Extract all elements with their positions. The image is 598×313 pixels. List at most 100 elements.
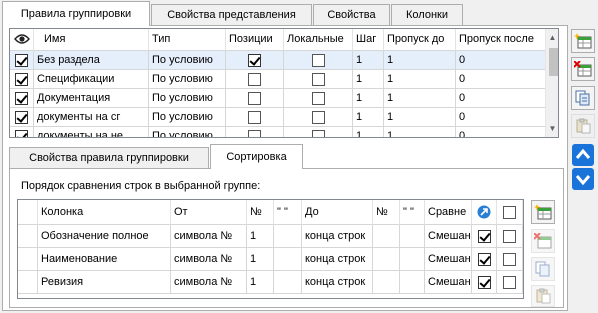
rule-name-cell[interactable]: Без раздела bbox=[34, 51, 149, 70]
rule-name-cell[interactable]: документы на сг bbox=[34, 108, 149, 127]
column-header-local[interactable]: Локальные bbox=[284, 29, 353, 51]
step-cell[interactable]: 1 bbox=[353, 108, 384, 127]
from-number-cell[interactable]: 1 bbox=[247, 248, 274, 271]
from-quote-cell[interactable] bbox=[274, 248, 302, 271]
positions-checkbox[interactable] bbox=[248, 91, 261, 105]
tab-grouping-rules[interactable]: Правила группировки bbox=[2, 1, 150, 26]
to-number-cell[interactable] bbox=[373, 248, 400, 271]
move-down-button[interactable] bbox=[571, 167, 595, 191]
step-cell[interactable]: 1 bbox=[353, 89, 384, 108]
positions-cell[interactable] bbox=[226, 127, 284, 137]
tab-sorting[interactable]: Сортировка bbox=[210, 144, 303, 169]
column-header-direction[interactable] bbox=[472, 200, 497, 225]
add-rule-button[interactable] bbox=[571, 29, 595, 53]
to-quote-cell[interactable] bbox=[400, 248, 425, 271]
copy-sort-button[interactable] bbox=[531, 257, 555, 281]
column-header-visible[interactable] bbox=[10, 29, 34, 51]
positions-checkbox[interactable] bbox=[248, 72, 261, 86]
rule-type-cell[interactable]: По условию bbox=[149, 51, 226, 70]
delete-rule-button[interactable] bbox=[571, 57, 595, 81]
local-checkbox[interactable] bbox=[311, 72, 325, 86]
enabled-checkbox[interactable] bbox=[15, 91, 28, 105]
from-cell[interactable]: символа № bbox=[171, 225, 247, 248]
delete-sort-button[interactable] bbox=[531, 229, 555, 253]
column-header-column[interactable]: Колонка bbox=[38, 200, 171, 225]
row-select-checkbox[interactable] bbox=[503, 275, 516, 289]
rule-name-cell[interactable]: документы на не bbox=[34, 127, 149, 137]
from-quote-cell[interactable] bbox=[274, 225, 302, 248]
enabled-checkbox[interactable] bbox=[15, 110, 28, 124]
skip-after-cell[interactable]: 0 bbox=[456, 70, 546, 89]
direction-checkbox[interactable] bbox=[477, 229, 491, 243]
positions-checkbox[interactable] bbox=[248, 110, 261, 124]
copy-rule-button[interactable] bbox=[571, 86, 595, 110]
sort-column-cell[interactable]: Ревизия bbox=[38, 271, 171, 294]
rule-name-cell[interactable]: Спецификации bbox=[34, 70, 149, 89]
rules-grid-scrollbar[interactable]: ▲ ▼ bbox=[545, 29, 558, 137]
compare-cell[interactable]: Смешан bbox=[425, 248, 472, 271]
direction-checkbox[interactable] bbox=[477, 275, 491, 289]
local-cell[interactable] bbox=[284, 51, 353, 70]
rule-type-cell[interactable]: По условию bbox=[149, 70, 226, 89]
column-header-from[interactable]: От bbox=[171, 200, 247, 225]
table-row[interactable]: Обозначение полное символа № 1 конца строк С… bbox=[18, 225, 523, 248]
from-number-cell[interactable]: 1 bbox=[247, 271, 274, 294]
skip-before-cell[interactable]: 1 bbox=[384, 89, 456, 108]
compare-cell[interactable]: Смешан bbox=[425, 271, 472, 294]
local-checkbox[interactable] bbox=[311, 129, 325, 137]
column-header-from-quote[interactable]: " " bbox=[274, 200, 302, 225]
positions-cell[interactable] bbox=[226, 89, 284, 108]
skip-before-cell[interactable]: 1 bbox=[384, 127, 456, 137]
step-cell[interactable]: 1 bbox=[353, 70, 384, 89]
direction-cell[interactable] bbox=[472, 271, 497, 294]
column-header-name[interactable]: Имя bbox=[34, 29, 149, 51]
column-header-from-number[interactable]: № bbox=[247, 200, 274, 225]
table-row[interactable]: Ревизия символа № 1 конца строк Смешан bbox=[18, 271, 523, 294]
from-quote-cell[interactable] bbox=[274, 271, 302, 294]
column-header-skip-before[interactable]: Пропуск до bbox=[384, 29, 456, 51]
positions-cell[interactable] bbox=[226, 51, 284, 70]
column-header-to-number[interactable]: № bbox=[373, 200, 400, 225]
enabled-cell[interactable] bbox=[10, 70, 34, 89]
direction-checkbox[interactable] bbox=[477, 252, 491, 266]
to-quote-cell[interactable] bbox=[400, 225, 425, 248]
positions-cell[interactable] bbox=[226, 70, 284, 89]
positions-checkbox[interactable] bbox=[248, 53, 261, 67]
column-header-to-quote[interactable]: " " bbox=[400, 200, 425, 225]
step-cell[interactable]: 1 bbox=[353, 127, 384, 137]
positions-cell[interactable] bbox=[226, 108, 284, 127]
tab-properties[interactable]: Свойства bbox=[313, 4, 390, 25]
paste-sort-button[interactable] bbox=[531, 285, 555, 307]
add-sort-button[interactable] bbox=[531, 200, 555, 224]
tab-view-properties[interactable]: Свойства представления bbox=[151, 4, 312, 25]
local-cell[interactable] bbox=[284, 89, 353, 108]
from-cell[interactable]: символа № bbox=[171, 271, 247, 294]
rule-type-cell[interactable]: По условию bbox=[149, 108, 226, 127]
enabled-checkbox[interactable] bbox=[15, 72, 28, 86]
row-select-cell[interactable] bbox=[497, 271, 523, 294]
skip-after-cell[interactable]: 0 bbox=[456, 127, 546, 137]
sort-column-cell[interactable]: Наименование bbox=[38, 248, 171, 271]
table-row[interactable]: Спецификации По условию 1 1 0 bbox=[10, 70, 546, 89]
to-quote-cell[interactable] bbox=[400, 271, 425, 294]
select-all-checkbox[interactable] bbox=[503, 205, 516, 219]
column-header-step[interactable]: Шаг bbox=[353, 29, 384, 51]
to-number-cell[interactable] bbox=[373, 225, 400, 248]
to-cell[interactable]: конца строк bbox=[302, 271, 373, 294]
skip-after-cell[interactable]: 0 bbox=[456, 89, 546, 108]
table-row[interactable]: Наименование символа № 1 конца строк Смешан bbox=[18, 248, 523, 271]
scroll-up-arrow-icon[interactable]: ▲ bbox=[546, 29, 558, 46]
compare-cell[interactable]: Смешан bbox=[425, 225, 472, 248]
column-header-type[interactable]: Тип bbox=[149, 29, 226, 51]
paste-rule-button[interactable] bbox=[571, 114, 595, 138]
local-cell[interactable] bbox=[284, 108, 353, 127]
column-header-select-all[interactable] bbox=[497, 200, 523, 225]
local-checkbox[interactable] bbox=[311, 53, 325, 67]
enabled-cell[interactable] bbox=[10, 127, 34, 137]
rule-type-cell[interactable]: По условию bbox=[149, 127, 226, 137]
row-select-checkbox[interactable] bbox=[503, 252, 516, 266]
scroll-down-arrow-icon[interactable]: ▼ bbox=[546, 120, 558, 137]
local-checkbox[interactable] bbox=[311, 110, 325, 124]
column-header-positions[interactable]: Позиции bbox=[226, 29, 284, 51]
skip-after-cell[interactable]: 0 bbox=[456, 108, 546, 127]
